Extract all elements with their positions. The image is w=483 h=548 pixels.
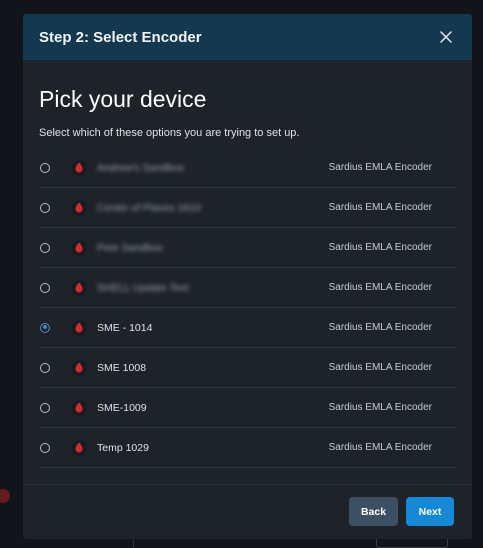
back-button[interactable]: Back — [349, 497, 398, 526]
device-name: SME-1009 — [97, 401, 147, 414]
device-shield-icon — [71, 399, 87, 416]
device-row[interactable]: SME - 1014 Sardius EMLA Encoder — [39, 308, 456, 348]
device-radio[interactable] — [40, 282, 50, 293]
device-type: Sardius EMLA Encoder — [328, 442, 432, 453]
device-radio[interactable] — [40, 362, 50, 373]
device-radio[interactable] — [40, 242, 50, 253]
device-row[interactable]: Center of Places 1810 Sardius EMLA Encode… — [39, 188, 456, 228]
background-status-dot — [0, 489, 10, 503]
device-radio[interactable] — [40, 322, 50, 333]
device-row[interactable]: Temp 1029 Sardius EMLA Encoder — [39, 428, 456, 468]
modal-header: Step 2: Select Encoder — [23, 14, 472, 60]
device-list: Andrew's Sandbox Sardius EMLA Encoder Cent… — [39, 148, 456, 468]
device-type: Sardius EMLA Encoder — [328, 162, 432, 173]
device-row[interactable]: SME 1008 Sardius EMLA Encoder — [39, 348, 456, 388]
device-radio[interactable] — [40, 162, 50, 173]
device-type: Sardius EMLA Encoder — [328, 242, 432, 253]
device-shield-icon — [71, 439, 87, 456]
device-radio[interactable] — [40, 202, 50, 213]
modal-title: Step 2: Select Encoder — [39, 28, 202, 46]
close-icon — [440, 31, 452, 43]
device-row[interactable]: SME-1009 Sardius EMLA Encoder — [39, 388, 456, 428]
device-type: Sardius EMLA Encoder — [328, 202, 432, 213]
device-radio[interactable] — [40, 402, 50, 413]
device-type: Sardius EMLA Encoder — [328, 282, 432, 293]
page-heading: Pick your device — [39, 86, 207, 112]
device-shield-icon — [71, 279, 87, 296]
select-encoder-modal: Step 2: Select Encoder Pick your device … — [23, 14, 472, 539]
device-name: SME - 1014 — [97, 321, 153, 334]
device-radio[interactable] — [40, 442, 50, 453]
device-name: Andrew's Sandbox — [97, 161, 185, 174]
device-name: Center of Places 1810 — [97, 201, 201, 214]
next-button[interactable]: Next — [406, 497, 454, 526]
device-row[interactable]: Andrew's Sandbox Sardius EMLA Encoder — [39, 148, 456, 188]
device-name: Temp 1029 — [97, 441, 149, 454]
device-name: SHELL Update Test — [97, 281, 189, 294]
close-button[interactable] — [436, 27, 456, 47]
device-shield-icon — [71, 199, 87, 216]
device-type: Sardius EMLA Encoder — [328, 402, 432, 413]
device-shield-icon — [71, 319, 87, 336]
device-row[interactable]: Pete Sandbox Sardius EMLA Encoder — [39, 228, 456, 268]
device-shield-icon — [71, 359, 87, 376]
device-type: Sardius EMLA Encoder — [328, 362, 432, 373]
device-name: Pete Sandbox — [97, 241, 163, 254]
instructions-text: Select which of these options you are tr… — [39, 127, 300, 139]
device-row[interactable]: SHELL Update Test Sardius EMLA Encoder — [39, 268, 456, 308]
device-shield-icon — [71, 239, 87, 256]
device-shield-icon — [71, 159, 87, 176]
device-name: SME 1008 — [97, 361, 147, 374]
device-type: Sardius EMLA Encoder — [328, 322, 432, 333]
footer-divider — [23, 484, 472, 485]
